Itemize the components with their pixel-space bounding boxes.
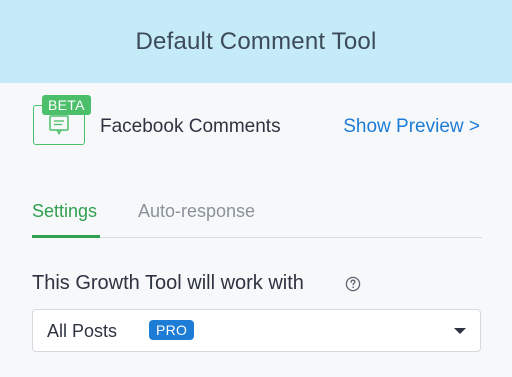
active-tab-indicator — [32, 235, 100, 238]
select-value: All Posts — [47, 321, 118, 341]
tab-auto-response[interactable]: Auto-response — [138, 201, 255, 222]
show-preview-link[interactable]: Show Preview > — [343, 116, 480, 138]
posts-select[interactable]: All Posts PRO — [32, 309, 481, 352]
works-with-label: This Growth Tool will work with — [32, 272, 304, 294]
chevron-down-icon — [454, 328, 466, 334]
tab-settings[interactable]: Settings — [32, 201, 97, 222]
beta-badge: BETA — [42, 95, 91, 115]
tool-row: BETA Facebook Comments Show Preview > — [32, 95, 482, 151]
chat-bubble-icon — [49, 115, 69, 135]
header-bar: Default Comment Tool — [0, 0, 512, 83]
tool-name: Facebook Comments — [100, 116, 281, 137]
pro-badge: PRO — [149, 320, 195, 340]
question-circle-icon[interactable] — [345, 276, 361, 292]
page-title: Default Comment Tool — [135, 27, 377, 55]
tab-bar: Settings Auto-response — [32, 196, 482, 238]
